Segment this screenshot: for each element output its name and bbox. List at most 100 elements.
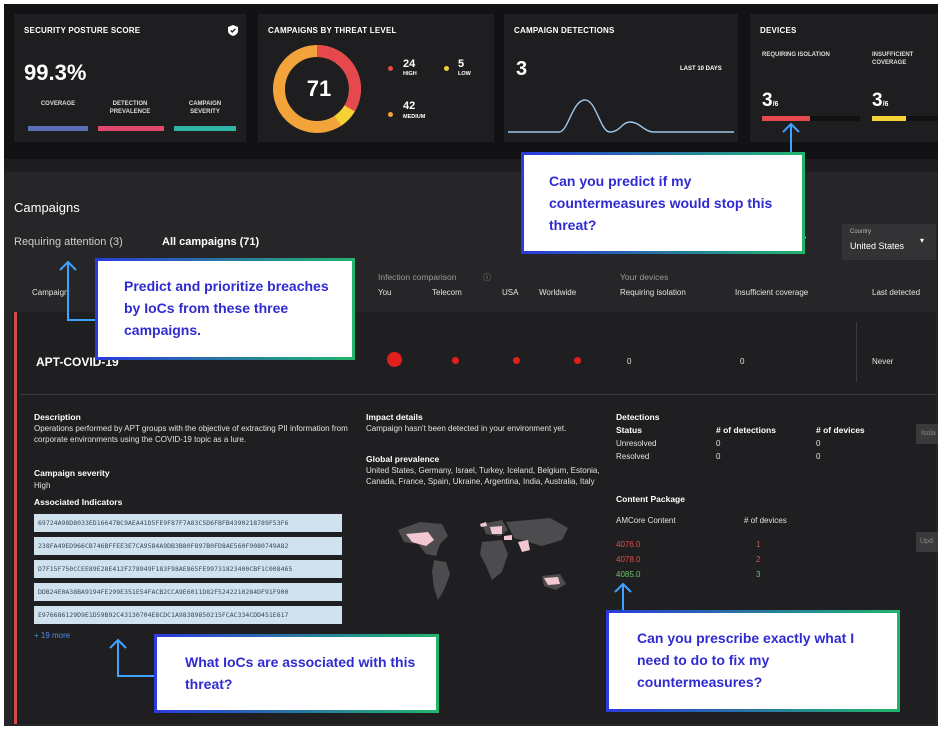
detections-sparkline [508, 99, 734, 133]
description-text: Operations performed by APT groups with … [34, 424, 348, 444]
world-map [398, 518, 568, 600]
coverage-count: 3/6 [872, 90, 889, 111]
low-count: 5 [458, 58, 465, 70]
callout-prescribe-fix: Can you prescribe exactly what I need to… [606, 610, 900, 712]
worldwide-infection-dot [574, 357, 581, 364]
detection-prevalence-bar [98, 126, 164, 131]
medium-count: 42 [403, 100, 416, 112]
unresolved-label: Unresolved [616, 439, 657, 448]
update-button[interactable]: Upd [916, 532, 938, 552]
low-legend-dot [444, 66, 449, 71]
coverage-label: COVERAGE [40, 101, 76, 107]
devices-card[interactable]: DEVICES REQUIRING ISOLATION INSUFFICIENT… [750, 14, 938, 142]
callout-associated-iocs: What IoCs are associated with this threa… [154, 634, 439, 713]
detections-col-devices: # of devices [816, 425, 865, 435]
country-select[interactable]: Country United States ▾ [842, 224, 936, 260]
package-version: 4076.0 [616, 540, 641, 549]
impact-text: Campaign hasn't been detected in your en… [366, 424, 567, 433]
posture-score: 99.3% [24, 60, 87, 85]
severity-heading: Campaign severity [34, 468, 110, 478]
tab-requiring-attention[interactable]: Requiring attention (3) [14, 236, 123, 248]
detections-count: 3 [516, 58, 528, 80]
resolved-devices: 0 [816, 452, 821, 461]
insufficient-coverage-label: INSUFFICIENT COVERAGE [872, 52, 914, 66]
arrow-up-icon [109, 638, 154, 677]
resolved-label: Resolved [616, 452, 650, 461]
shield-check-icon [228, 25, 238, 39]
security-posture-title: SECURITY POSTURE SCORE [24, 26, 141, 35]
ioc-item[interactable]: DDB24E0A38BA9194FE299E351E54FACB2CCA9E60… [34, 583, 342, 601]
callout-text: Can you predict if my countermeasures wo… [549, 173, 773, 233]
unresolved-count: 0 [716, 439, 721, 448]
your-devices-heading: Your devices [620, 272, 669, 282]
detections-heading: Detections [616, 412, 660, 422]
global-prevalence-text: United States, Germany, Israel, Turkey, … [366, 466, 600, 486]
threat-total: 71 [306, 76, 332, 101]
security-posture-card[interactable]: SECURITY POSTURE SCORE 99.3% COVERAGE DE… [14, 14, 246, 142]
country-label: Country [850, 229, 872, 235]
coverage-bar-fill [872, 116, 906, 121]
threat-level-title: CAMPAIGNS BY THREAT LEVEL [268, 26, 397, 35]
campaigns-heading: Campaigns [14, 200, 80, 215]
impact-heading: Impact details [366, 412, 423, 422]
low-label: LOW [458, 71, 471, 77]
resolved-count: 0 [716, 452, 721, 461]
package-devices: 3 [756, 570, 761, 579]
callout-text: Predict and prioritize breaches by IoCs … [124, 278, 329, 338]
callout-text: What IoCs are associated with this threa… [185, 654, 416, 692]
callout-prioritize-breaches: Predict and prioritize breaches by IoCs … [95, 258, 355, 360]
isolation-count: 3/6 [762, 90, 779, 111]
high-label: HIGH [403, 71, 417, 77]
last-detected-value: Never [872, 357, 894, 366]
chevron-down-icon: ▾ [920, 236, 925, 245]
isolation-value: 0 [627, 357, 632, 366]
high-count: 24 [403, 58, 416, 70]
requiring-isolation-label: REQUIRING ISOLATION [762, 52, 830, 58]
you-infection-dot [387, 352, 402, 367]
col-last-detected: Last detected [872, 288, 921, 297]
col-divider [856, 322, 857, 382]
col-usa: USA [502, 288, 519, 297]
country-value: United States [850, 241, 905, 251]
campaigns-by-threat-card[interactable]: CAMPAIGNS BY THREAT LEVEL 71 24 HIGH 5 L… [258, 14, 494, 142]
devices-title: DEVICES [760, 26, 797, 35]
content-package-heading: Content Package [616, 494, 685, 504]
detection-prevalence-label: DETECTION PREVALENCE [109, 101, 151, 115]
col-requiring-isolation: Requiring isolation [620, 288, 686, 297]
ioc-item[interactable]: 69724A98D8033ED16647BC9AEA41D5FE9F87F7A8… [34, 514, 342, 532]
indicators-heading: Associated Indicators [34, 497, 123, 507]
content-col-devices: # of devices [744, 516, 787, 525]
ioc-item[interactable]: E976686129D9E1D59B92C43130704E8CDC1A9838… [34, 606, 342, 624]
col-telecom: Telecom [432, 288, 462, 297]
content-col-amcore: AMCore Content [616, 516, 676, 525]
medium-legend-dot [388, 112, 393, 117]
ioc-item[interactable]: D7F15F750CCEE89E28E412F278949F183F98AE86… [34, 560, 342, 578]
campaign-detections-card[interactable]: CAMPAIGN DETECTIONS 3 LAST 10 DAYS [504, 14, 738, 142]
coverage-bar [28, 126, 88, 131]
campaign-severity-bar [174, 126, 236, 131]
usa-infection-dot [513, 357, 520, 364]
unresolved-devices: 0 [816, 439, 821, 448]
col-you: You [378, 288, 392, 297]
info-icon[interactable]: ⓘ [483, 272, 491, 283]
row-divider [20, 394, 936, 395]
campaign-severity-label: CAMPAIGN SEVERITY [188, 101, 222, 115]
isolate-button[interactable]: Isola [916, 424, 938, 444]
coverage-value: 0 [740, 357, 745, 366]
more-iocs-link[interactable]: + 19 more [34, 631, 70, 640]
callout-text: Can you prescribe exactly what I need to… [637, 630, 855, 690]
package-version: 4078.0 [616, 555, 641, 564]
package-devices: 2 [756, 555, 761, 564]
arrow-up-icon [782, 122, 800, 154]
high-legend-dot [388, 66, 393, 71]
global-prevalence-heading: Global prevalence [366, 454, 440, 464]
package-version: 4085.0 [616, 570, 641, 579]
ioc-item[interactable]: 238FA49ED966CB746BFFEE3E7CA9584A9DB3B80F… [34, 537, 342, 555]
tab-all-campaigns[interactable]: All campaigns (71) [162, 236, 259, 248]
medium-label: MEDIUM [403, 114, 426, 120]
detections-title: CAMPAIGN DETECTIONS [514, 26, 615, 35]
col-worldwide: Worldwide [539, 288, 577, 297]
col-insufficient-coverage: Insufficient coverage [735, 288, 809, 297]
isolation-bar-fill [762, 116, 810, 121]
detections-period: LAST 10 DAYS [680, 66, 722, 72]
